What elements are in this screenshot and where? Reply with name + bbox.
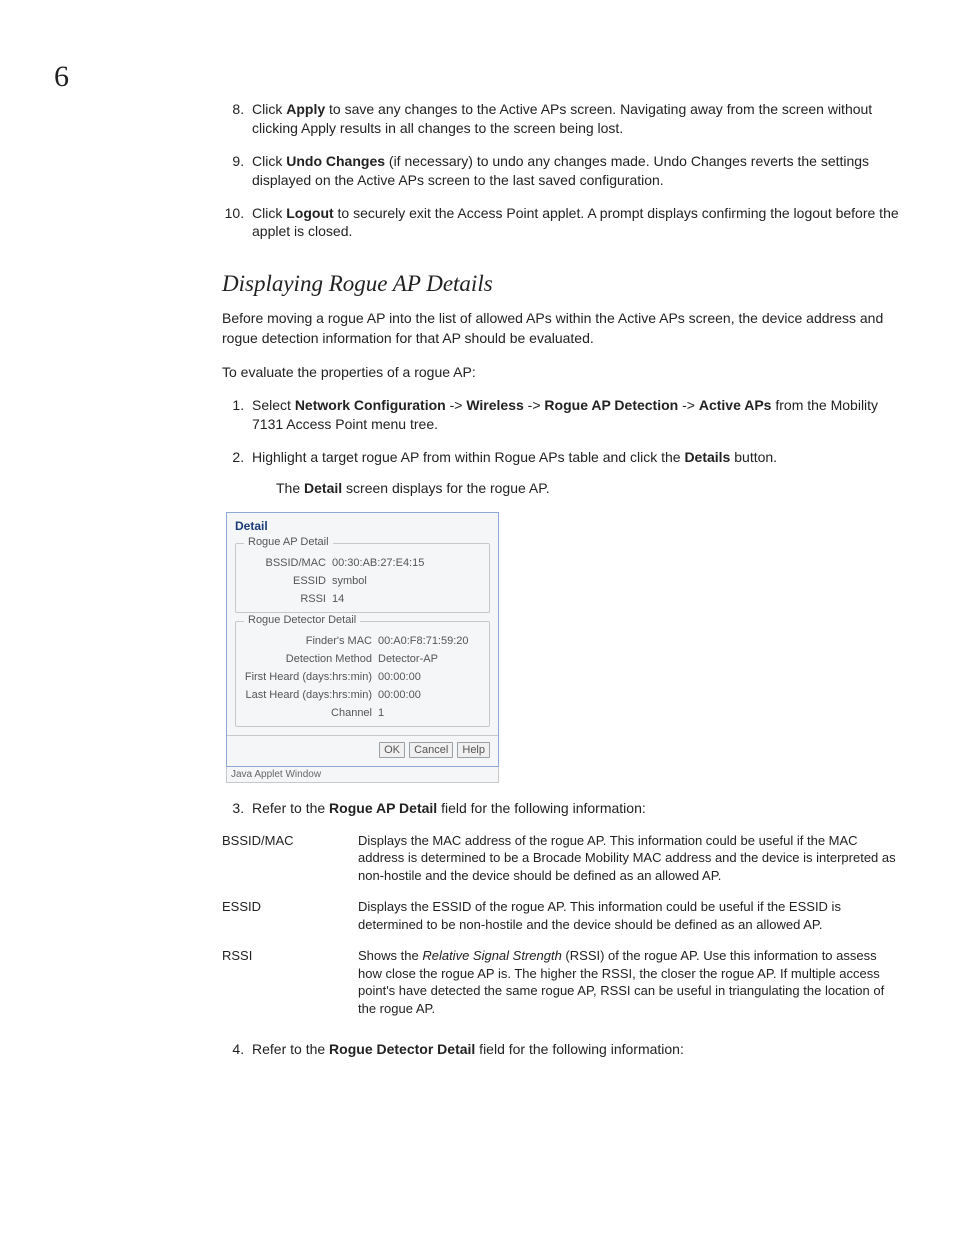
bold: Active APs — [699, 397, 772, 413]
bold: Logout — [286, 205, 333, 221]
bold: Undo Changes — [286, 153, 385, 169]
bold: Detail — [304, 480, 342, 496]
text: Click — [252, 205, 286, 221]
detail-dialog-screenshot: Detail Rogue AP Detail BSSID/MAC00:30:AB… — [226, 512, 499, 783]
definition-table: BSSID/MAC Displays the MAC address of th… — [222, 832, 902, 1018]
fieldset-legend: Rogue AP Detail — [244, 536, 333, 548]
text: field for the following information: — [437, 800, 646, 816]
section-number: 6 — [54, 60, 894, 94]
help-button[interactable]: Help — [457, 742, 490, 758]
bold: Apply — [286, 101, 325, 117]
text: to securely exit the Access Point applet… — [252, 205, 899, 240]
fieldset-rogue-detector-detail: Rogue Detector Detail Finder's MAC00:A0:… — [235, 621, 490, 727]
step-1: Select Network Configuration -> Wireless… — [248, 396, 902, 434]
kv-last-heard: Last Heard (days:hrs:min)00:00:00 — [236, 686, 489, 704]
label: Last Heard (days:hrs:min) — [242, 689, 378, 701]
step-2: Highlight a target rogue AP from within … — [248, 448, 902, 498]
step-4: Refer to the Rogue Detector Detail field… — [248, 1040, 902, 1059]
value: 00:00:00 — [378, 671, 483, 683]
step-9: Click Undo Changes (if necessary) to und… — [248, 152, 902, 190]
intro-paragraph-1: Before moving a rogue AP into the list o… — [222, 309, 902, 348]
fieldset-legend: Rogue Detector Detail — [244, 614, 360, 626]
step-3: Refer to the Rogue AP Detail field for t… — [248, 799, 902, 818]
page: 6 Click Apply to save any changes to the… — [0, 0, 954, 1235]
section-heading: Displaying Rogue AP Details — [222, 271, 902, 297]
value: 14 — [332, 593, 483, 605]
value: 00:30:AB:27:E4:15 — [332, 557, 483, 569]
text: Click — [252, 153, 286, 169]
fieldset-rogue-ap-detail: Rogue AP Detail BSSID/MAC00:30:AB:27:E4:… — [235, 543, 490, 613]
text: field for the following information: — [475, 1041, 684, 1057]
text: Refer to the — [252, 1041, 329, 1057]
def-term-rssi: RSSI — [222, 947, 354, 1017]
step-8: Click Apply to save any changes to the A… — [248, 100, 902, 138]
steps-list-continued-2: Refer to the Rogue AP Detail field for t… — [222, 799, 902, 818]
label: Finder's MAC — [242, 635, 378, 647]
text: Click — [252, 101, 286, 117]
ok-button[interactable]: OK — [379, 742, 405, 758]
text: Refer to the — [252, 800, 329, 816]
italic: Relative Signal Strength — [422, 948, 561, 963]
label: Channel — [242, 707, 378, 719]
def-desc-essid: Displays the ESSID of the rogue AP. This… — [358, 898, 902, 933]
label: RSSI — [242, 593, 332, 605]
step-10: Click Logout to securely exit the Access… — [248, 204, 902, 242]
bold: Rogue AP Detail — [329, 800, 437, 816]
bold: Wireless — [466, 397, 523, 413]
kv-essid: ESSIDsymbol — [236, 572, 489, 590]
bold: Rogue AP Detection — [544, 397, 678, 413]
intro-paragraph-2: To evaluate the properties of a rogue AP… — [222, 363, 902, 383]
kv-rssi: RSSI14 — [236, 590, 489, 608]
def-term-bssid: BSSID/MAC — [222, 832, 354, 885]
text: -> — [524, 397, 545, 413]
text: -> — [446, 397, 467, 413]
def-desc-bssid: Displays the MAC address of the rogue AP… — [358, 832, 902, 885]
kv-method: Detection MethodDetector-AP — [236, 650, 489, 668]
kv-first-heard: First Heard (days:hrs:min)00:00:00 — [236, 668, 489, 686]
text: Select — [252, 397, 295, 413]
value: symbol — [332, 575, 483, 587]
def-desc-rssi: Shows the Relative Signal Strength (RSSI… — [358, 947, 902, 1017]
kv-finder: Finder's MAC00:A0:F8:71:59:20 — [236, 632, 489, 650]
steps-list-procedure: Select Network Configuration -> Wireless… — [222, 396, 902, 498]
cancel-button[interactable]: Cancel — [409, 742, 453, 758]
steps-list-continued-3: Refer to the Rogue Detector Detail field… — [222, 1040, 902, 1059]
value: 00:A0:F8:71:59:20 — [378, 635, 483, 647]
kv-bssid: BSSID/MAC00:30:AB:27:E4:15 — [236, 554, 489, 572]
dialog-body: Detail Rogue AP Detail BSSID/MAC00:30:AB… — [226, 512, 499, 767]
label: ESSID — [242, 575, 332, 587]
text: Highlight a target rogue AP from within … — [252, 449, 684, 465]
def-term-essid: ESSID — [222, 898, 354, 933]
kv-channel: Channel1 — [236, 704, 489, 722]
sub-note: The Detail screen displays for the rogue… — [276, 479, 902, 498]
value: 1 — [378, 707, 483, 719]
dialog-button-bar: OK Cancel Help — [227, 735, 498, 766]
bold: Rogue Detector Detail — [329, 1041, 475, 1057]
bold: Details — [684, 449, 730, 465]
value: Detector-AP — [378, 653, 483, 665]
text: -> — [678, 397, 699, 413]
text: to save any changes to the Active APs sc… — [252, 101, 872, 136]
label: First Heard (days:hrs:min) — [242, 671, 378, 683]
text: button. — [730, 449, 777, 465]
steps-list-continued: Click Apply to save any changes to the A… — [222, 100, 902, 241]
label: BSSID/MAC — [242, 557, 332, 569]
text: The — [276, 480, 304, 496]
label: Detection Method — [242, 653, 378, 665]
value: 00:00:00 — [378, 689, 483, 701]
bold: Network Configuration — [295, 397, 446, 413]
text: Shows the — [358, 948, 422, 963]
content-column: Click Apply to save any changes to the A… — [222, 100, 902, 1058]
dialog-status-bar: Java Applet Window — [226, 767, 499, 783]
text: screen displays for the rogue AP. — [342, 480, 550, 496]
